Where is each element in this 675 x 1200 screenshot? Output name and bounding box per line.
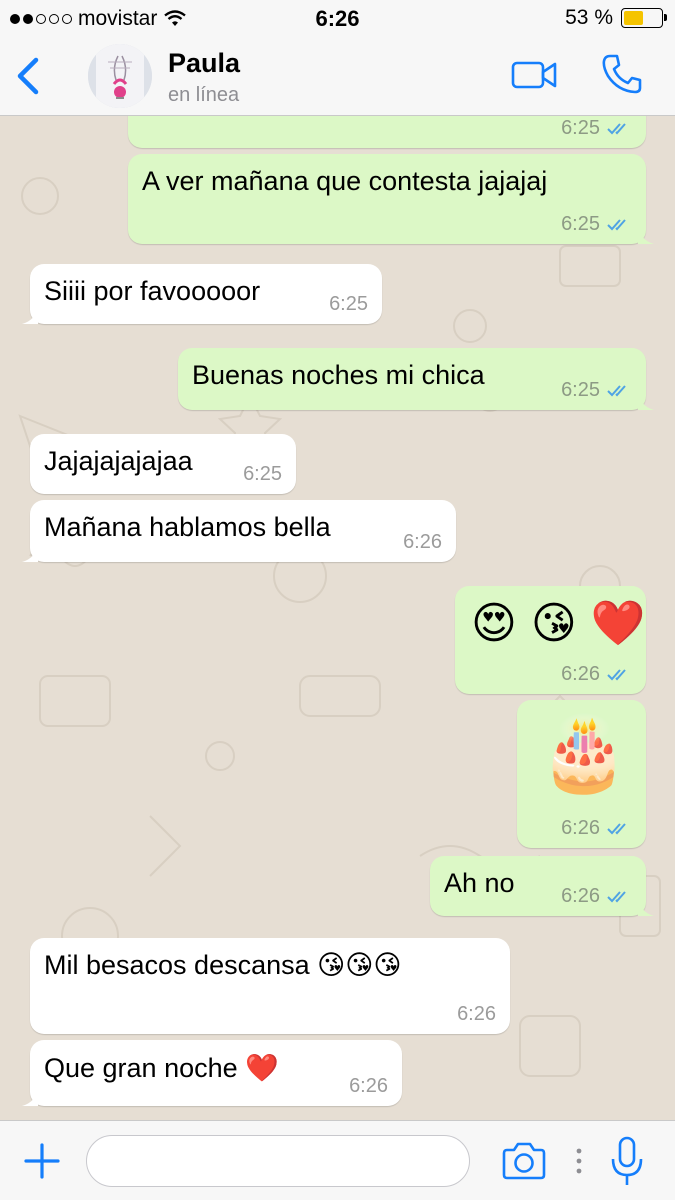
emoji-content: 🎂: [539, 714, 629, 794]
chat-header: Paula en línea: [0, 38, 675, 116]
message-meta: 6:26: [561, 885, 632, 908]
outgoing-message[interactable]: Buenas noches mi chica 6:25: [178, 348, 654, 410]
message-text: A ver mañana que contesta jajajaj: [142, 166, 548, 196]
message-text: Mañana hablamos bella: [44, 512, 331, 542]
incoming-message[interactable]: Siiii por favooooor 6:25: [22, 264, 382, 324]
message-time: 6:25: [561, 379, 600, 401]
message-meta: 6:26: [561, 817, 632, 840]
read-receipt-icon: [607, 122, 626, 134]
battery-fill: [624, 11, 644, 25]
message-time: 6:26: [561, 817, 600, 839]
camera-icon: [502, 1142, 546, 1180]
message-text: Siiii por favooooor: [44, 276, 261, 306]
contact-status: en línea: [168, 84, 240, 106]
phone-icon: [602, 54, 642, 94]
read-receipt-icon: [607, 822, 626, 834]
input-bar: [0, 1120, 675, 1200]
chat-area[interactable]: 6:25 A ver mañana que contesta jajajaj 6:2…: [0, 116, 675, 1120]
incoming-message[interactable]: Que gran noche ❤️ 6:26: [22, 1040, 402, 1106]
plus-icon: [24, 1143, 60, 1179]
emoji: 😍: [471, 599, 517, 648]
message-time: 6:25: [561, 213, 600, 235]
outgoing-message[interactable]: 😍 😘 ❤️ 6:26: [455, 586, 646, 694]
camera-button[interactable]: [500, 1141, 548, 1181]
voice-call-button[interactable]: [600, 52, 644, 96]
emoji: 😘: [530, 599, 577, 648]
bubble-tail: [22, 544, 38, 562]
contact-name[interactable]: Paula: [168, 48, 240, 79]
status-bar: movistar 6:26 53 %: [0, 0, 675, 38]
dots-vertical-icon: [576, 1148, 582, 1174]
attach-button[interactable]: [22, 1141, 62, 1181]
message-time: 6:25: [561, 117, 600, 139]
bubble-tail: [638, 392, 654, 410]
message-time: 6:26: [403, 531, 442, 553]
message-meta: 6:26: [349, 1075, 388, 1098]
battery-icon: [621, 8, 667, 28]
message-text: Jajajajajajaa: [44, 446, 193, 476]
incoming-message[interactable]: Mañana hablamos bella 6:26: [22, 500, 456, 562]
battery-percentage: 53 %: [565, 6, 613, 29]
message-time: 6:25: [329, 293, 368, 315]
emoji: ❤️: [590, 599, 646, 648]
outgoing-message[interactable]: Ah no 6:26: [430, 856, 654, 916]
message-meta: 6:25: [561, 117, 632, 140]
message-text: Ah no: [444, 868, 515, 898]
outgoing-message[interactable]: A ver mañana que contesta jajajaj 6:25: [128, 154, 654, 244]
message-time: 6:26: [561, 885, 600, 907]
message-meta: 6:26: [561, 663, 632, 686]
battery-info: 53 %: [565, 6, 667, 30]
voice-message-button[interactable]: [608, 1135, 646, 1189]
more-options-button[interactable]: [574, 1145, 584, 1177]
read-receipt-icon: [607, 890, 626, 902]
message-meta: 6:25: [243, 463, 282, 486]
chevron-left-icon: [17, 57, 39, 95]
emoji-content: 😍 😘 ❤️: [471, 600, 646, 648]
message-meta: 6:26: [457, 1003, 496, 1026]
back-button[interactable]: [10, 54, 46, 98]
message-input[interactable]: [86, 1135, 470, 1187]
incoming-message[interactable]: Mil besacos descansa 😘😘😘 6:26: [30, 938, 510, 1034]
outgoing-message[interactable]: 6:25: [128, 116, 646, 148]
message-meta: 6:25: [561, 213, 632, 236]
read-receipt-icon: [607, 384, 626, 396]
message-meta: 6:26: [403, 531, 442, 554]
message-text: Que gran noche ❤️: [44, 1053, 279, 1083]
avatar-image: [88, 44, 152, 108]
microphone-icon: [611, 1136, 643, 1185]
bubble-tail: [22, 306, 38, 324]
message-text: Mil besacos descansa 😘😘😘: [44, 950, 402, 980]
read-receipt-icon: [607, 218, 626, 230]
bubble-tail: [22, 1088, 38, 1106]
incoming-message[interactable]: Jajajajajajaa 6:25: [30, 434, 296, 494]
outgoing-message[interactable]: 🎂 6:26: [517, 700, 646, 848]
read-receipt-icon: [607, 668, 626, 680]
message-time: 6:25: [243, 463, 282, 485]
video-call-button[interactable]: [510, 58, 560, 92]
message-time: 6:26: [561, 663, 600, 685]
avatar[interactable]: [88, 44, 152, 108]
bubble-tail: [638, 898, 654, 916]
emoji: 🎂: [539, 714, 629, 794]
message-time: 6:26: [457, 1003, 496, 1025]
message-meta: 6:25: [329, 293, 368, 316]
bubble-tail: [638, 226, 654, 244]
video-camera-icon: [511, 61, 557, 89]
message-time: 6:26: [349, 1075, 388, 1097]
message-text: Buenas noches mi chica: [192, 360, 485, 390]
message-meta: 6:25: [561, 379, 632, 402]
